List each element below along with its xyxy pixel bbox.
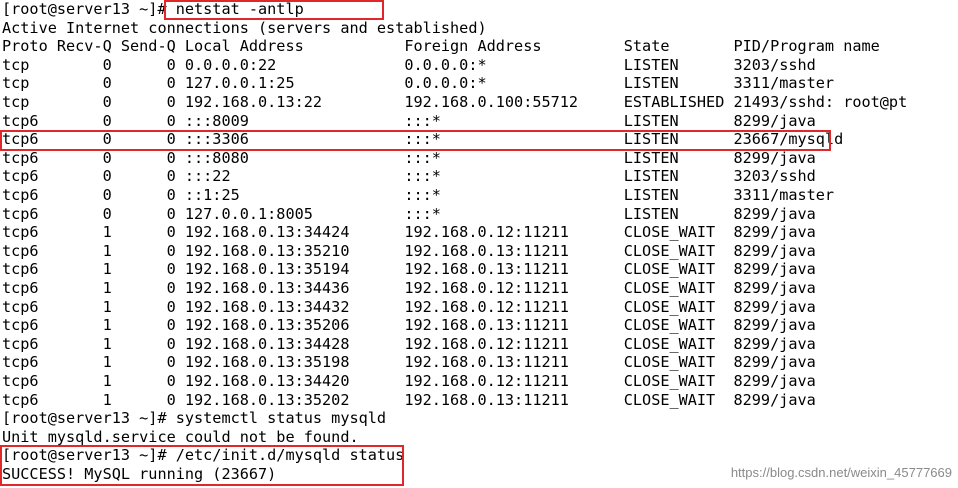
table-row: tcp6 1 0 192.168.0.13:34424 192.168.0.12… xyxy=(2,223,816,242)
table-row: tcp6 1 0 192.168.0.13:34436 192.168.0.12… xyxy=(2,279,816,297)
table-row: tcp6 1 0 192.168.0.13:35202 192.168.0.13… xyxy=(2,390,816,409)
table-row: tcp6 1 0 192.168.0.13:34432 192.168.0.12… xyxy=(2,297,816,316)
prompt-line-netstat: [root@server13 ~]# netstat -antlp xyxy=(2,0,304,18)
table-row: tcp6 1 0 192.168.0.13:34420 192.168.0.12… xyxy=(2,372,816,390)
table-row: tcp6 0 0 :::8009 :::* LISTEN 8299/java xyxy=(2,111,816,130)
table-row: tcp 0 0 192.168.0.13:22 192.168.0.100:55… xyxy=(2,93,908,111)
table-row: tcp6 1 0 192.168.0.13:35198 192.168.0.13… xyxy=(2,353,816,372)
table-header-row: Proto Recv-Q Send-Q Local Address Foreig… xyxy=(2,37,880,56)
prompt-line-systemctl: [root@server13 ~]# systemctl status mysq… xyxy=(2,409,387,428)
table-row: tcp 0 0 0.0.0.0:22 0.0.0.0:* LISTEN 3203… xyxy=(2,55,816,74)
prompt-line-init-status: [root@server13 ~]# /etc/init.d/mysqld st… xyxy=(2,446,405,465)
table-row-mysqld: tcp6 0 0 :::3306 :::* LISTEN 23667/mysql… xyxy=(2,130,844,149)
terminal-window[interactable]: [root@server13 ~]# netstat -antlp Active… xyxy=(0,0,958,488)
output-header-title: Active Internet connections (servers and… xyxy=(2,18,487,37)
systemctl-error-output: Unit mysqld.service could not be found. xyxy=(2,427,359,446)
mysql-status-output: SUCCESS! MySQL running (23667) xyxy=(2,465,277,483)
table-row: tcp6 0 0 ::1:25 :::* LISTEN 3311/master xyxy=(2,186,835,204)
table-row: tcp6 0 0 :::8080 :::* LISTEN 8299/java xyxy=(2,148,816,167)
table-row: tcp6 1 0 192.168.0.13:34428 192.168.0.12… xyxy=(2,334,816,353)
table-row: tcp6 1 0 192.168.0.13:35210 192.168.0.13… xyxy=(2,241,816,260)
table-row: tcp6 1 0 192.168.0.13:35206 192.168.0.13… xyxy=(2,316,816,335)
watermark-text: https://blog.csdn.net/weixin_45777669 xyxy=(730,465,952,480)
table-row: tcp6 1 0 192.168.0.13:35194 192.168.0.13… xyxy=(2,260,816,279)
table-row: tcp 0 0 127.0.0.1:25 0.0.0.0:* LISTEN 33… xyxy=(2,74,835,93)
table-row: tcp6 0 0 :::22 :::* LISTEN 3203/sshd xyxy=(2,167,816,186)
table-row: tcp6 0 0 127.0.0.1:8005 :::* LISTEN 8299… xyxy=(2,204,816,223)
